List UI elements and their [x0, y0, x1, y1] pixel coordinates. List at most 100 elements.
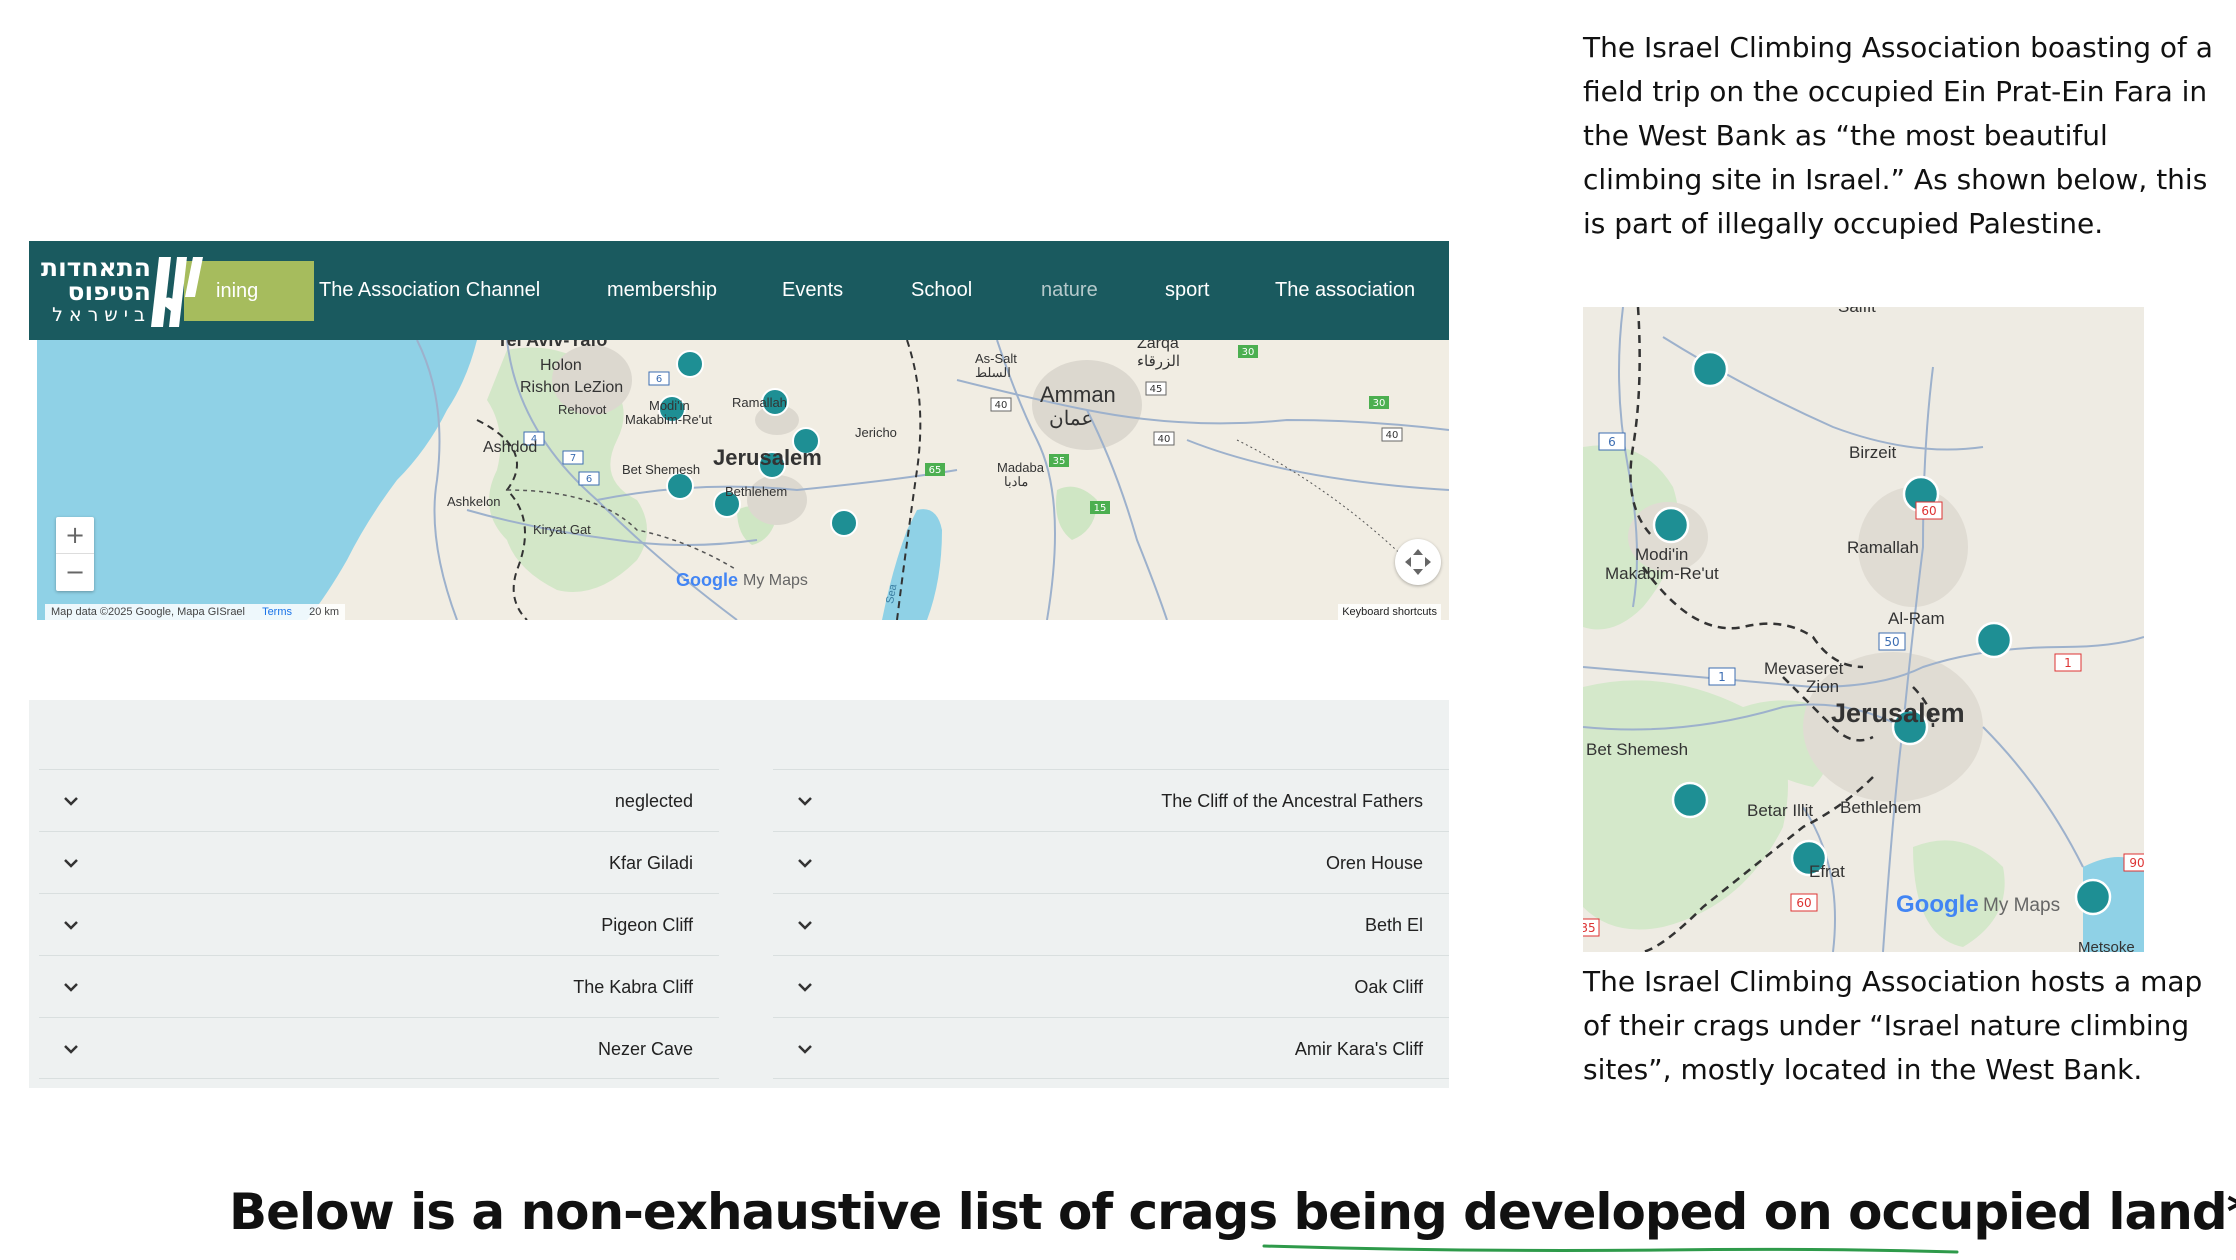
map2-label-metsoke: Metsoke: [2078, 939, 2135, 952]
heading-prefix: Below is a non-exhaustive list of crags …: [229, 1183, 1464, 1241]
association-logo[interactable]: התאחדות הטיפוס בישראל: [41, 255, 211, 327]
map-label-amman: Amman: [1040, 382, 1116, 407]
chevron-down-icon: [64, 921, 78, 930]
section-heading: Below is a non-exhaustive list of crags …: [0, 1182, 2236, 1242]
crag-label: Oren House: [1325, 853, 1423, 873]
map2-label-birzeit: Birzeit: [1849, 443, 1897, 462]
hand-drawn-underline: [1262, 1244, 1959, 1254]
map-attribution: Map data ©2025 Google, Mapa GISrael Term…: [45, 604, 346, 620]
chevron-down-icon: [798, 1045, 812, 1054]
nav-item-the-association[interactable]: The association: [1275, 241, 1415, 340]
crag-row-right-1[interactable]: Oren House: [773, 831, 1449, 893]
logo-line-2: הטיפוס: [67, 277, 151, 306]
map-label-jericho: Jericho: [855, 425, 897, 440]
nav-item-school[interactable]: School: [911, 241, 972, 340]
nav-item-sport[interactable]: sport: [1165, 241, 1209, 340]
keyboard-shortcuts-link[interactable]: Keyboard shortcuts: [1338, 604, 1441, 620]
fullscreen-button[interactable]: [1395, 539, 1441, 585]
crag-row-right-0[interactable]: The Cliff of the Ancestral Fathers: [773, 769, 1449, 831]
map-label-modiin: Modi'in: [649, 398, 690, 413]
chevron-down-icon: [798, 921, 812, 930]
map2-label-jerusalem: Jerusalem: [1831, 698, 1965, 728]
crag-map-embed[interactable]: 6 4 7 6 65 35 15 40 40 45 30 30 40 Tel A…: [37, 340, 1449, 620]
map-label-ashdod: Ashdod: [483, 439, 538, 456]
nav-item-association-channel[interactable]: The Association Channel: [319, 241, 540, 340]
zoom-in-button[interactable]: +: [56, 517, 94, 554]
map-label-jerusalem: Jerusalem: [713, 445, 822, 470]
zoom-control: + −: [56, 517, 94, 591]
map2-label-bethlehem: Bethlehem: [1840, 798, 1922, 817]
map2-label-zion: Zion: [1806, 677, 1840, 696]
chevron-down-icon: [64, 859, 78, 868]
map-attribution-text: Map data ©2025 Google, Mapa GISrael: [51, 606, 245, 618]
chevron-down-icon: [798, 859, 812, 868]
map-label-madaba-ar: مادبا: [1004, 474, 1029, 489]
crag-row-right-4[interactable]: Amir Kara's Cliff: [773, 1017, 1449, 1079]
map-label-dead-sea: Sea: [884, 583, 900, 605]
caption-top: The Israel Climbing Association boasting…: [1583, 31, 2213, 240]
crag-label: neglected: [614, 791, 693, 811]
logo-line-3: בישראל: [52, 304, 151, 326]
map-label-tel-aviv: Tel Aviv-Yafo: [497, 340, 608, 350]
site-navbar: ining התאחדות הטיפוס בישראל The Associat…: [29, 241, 1449, 340]
map-label-kiryat-gat: Kiryat Gat: [533, 522, 591, 537]
map2-label-bet-shemesh: Bet Shemesh: [1586, 740, 1689, 759]
nav-item-membership[interactable]: membership: [607, 241, 717, 340]
crag-label: The Kabra Cliff: [573, 977, 693, 997]
nav-item-events[interactable]: Events: [782, 241, 843, 340]
google-logo: Google: [676, 570, 738, 590]
crag-label: Oak Cliff: [1354, 977, 1423, 997]
map2-label-modiin: Modi'in: [1635, 545, 1689, 564]
map2-label-makabim: Makabim-Re'ut: [1605, 564, 1719, 583]
chevron-down-icon: [64, 1045, 78, 1054]
map-label-ashkelon: Ashkelon: [447, 494, 501, 509]
crag-row-right-3[interactable]: Oak Cliff: [773, 955, 1449, 1017]
map2-label-salfit: Salfit: [1838, 307, 1876, 317]
caption-bottom: The Israel Climbing Association hosts a …: [1583, 965, 2203, 1086]
chevron-down-icon: [798, 983, 812, 992]
crag-label: Beth El: [1364, 915, 1423, 935]
heading-highlight: developed on occupied land*: [1463, 1183, 2236, 1241]
map-label-zarqa-ar: الزرقاء: [1137, 353, 1181, 370]
map-label-rehovot: Rehovot: [558, 402, 607, 417]
climber-logo-icon: [151, 257, 203, 327]
map2-label-betar: Betar Illit: [1747, 801, 1814, 820]
map-terms-link[interactable]: Terms: [262, 606, 292, 618]
map2-label-al-ram: Al-Ram: [1888, 609, 1945, 628]
zoom-out-button[interactable]: −: [56, 554, 94, 591]
map-label-holon: Holon: [540, 357, 582, 374]
zoomed-map: 6 60 50 1 1 60 90 35 Salfit Birzeit Modi…: [1583, 307, 2144, 952]
map-label-amman-ar: عمان: [1049, 408, 1094, 430]
crag-row-right-2[interactable]: Beth El: [773, 893, 1449, 955]
chevron-down-icon: [64, 983, 78, 992]
crag-label: The Cliff of the Ancestral Fathers: [1161, 791, 1423, 811]
fullscreen-icon: [1405, 549, 1431, 575]
map2-label-efrat: Efrat: [1809, 862, 1845, 881]
map-label-as-salt-ar: السلط: [975, 365, 1011, 380]
map-label-rishon: Rishon LeZion: [520, 379, 624, 396]
map-label-ramallah: Ramallah: [732, 395, 787, 410]
map-label-madaba: Madaba: [997, 460, 1044, 475]
crag-row-left-2[interactable]: Pigeon Cliff: [39, 893, 719, 955]
map-label-makabim: Makabim-Re'ut: [625, 412, 713, 427]
crag-list-panel: neglected Kfar Giladi Pigeon Cliff The K…: [29, 700, 1449, 1088]
chevron-down-icon: [64, 797, 78, 806]
crag-label: Kfar Giladi: [608, 853, 693, 873]
map2-label-ramallah: Ramallah: [1847, 538, 1919, 557]
crag-row-left-0[interactable]: neglected: [39, 769, 719, 831]
map-label-bethlehem: Bethlehem: [725, 484, 788, 499]
map2-label-mevaseret: Mevaseret: [1764, 659, 1844, 678]
crag-row-left-1[interactable]: Kfar Giladi: [39, 831, 719, 893]
nav-item-nature[interactable]: nature: [1041, 241, 1098, 340]
crag-row-left-3[interactable]: The Kabra Cliff: [39, 955, 719, 1017]
crag-label: Pigeon Cliff: [601, 915, 693, 935]
mymaps-logo: My Maps: [743, 572, 808, 589]
map-scale: 20 km: [309, 606, 340, 618]
chevron-down-icon: [798, 797, 812, 806]
map2-google-logo: Google: [1896, 891, 1979, 918]
map-label-bet-shemesh: Bet Shemesh: [622, 462, 701, 477]
map2-mymaps-logo: My Maps: [1983, 895, 2061, 916]
map-label-as-salt: As-Salt: [975, 351, 1017, 366]
nav-item-training-label: ining: [216, 280, 259, 302]
crag-row-left-4[interactable]: Nezer Cave: [39, 1017, 719, 1079]
